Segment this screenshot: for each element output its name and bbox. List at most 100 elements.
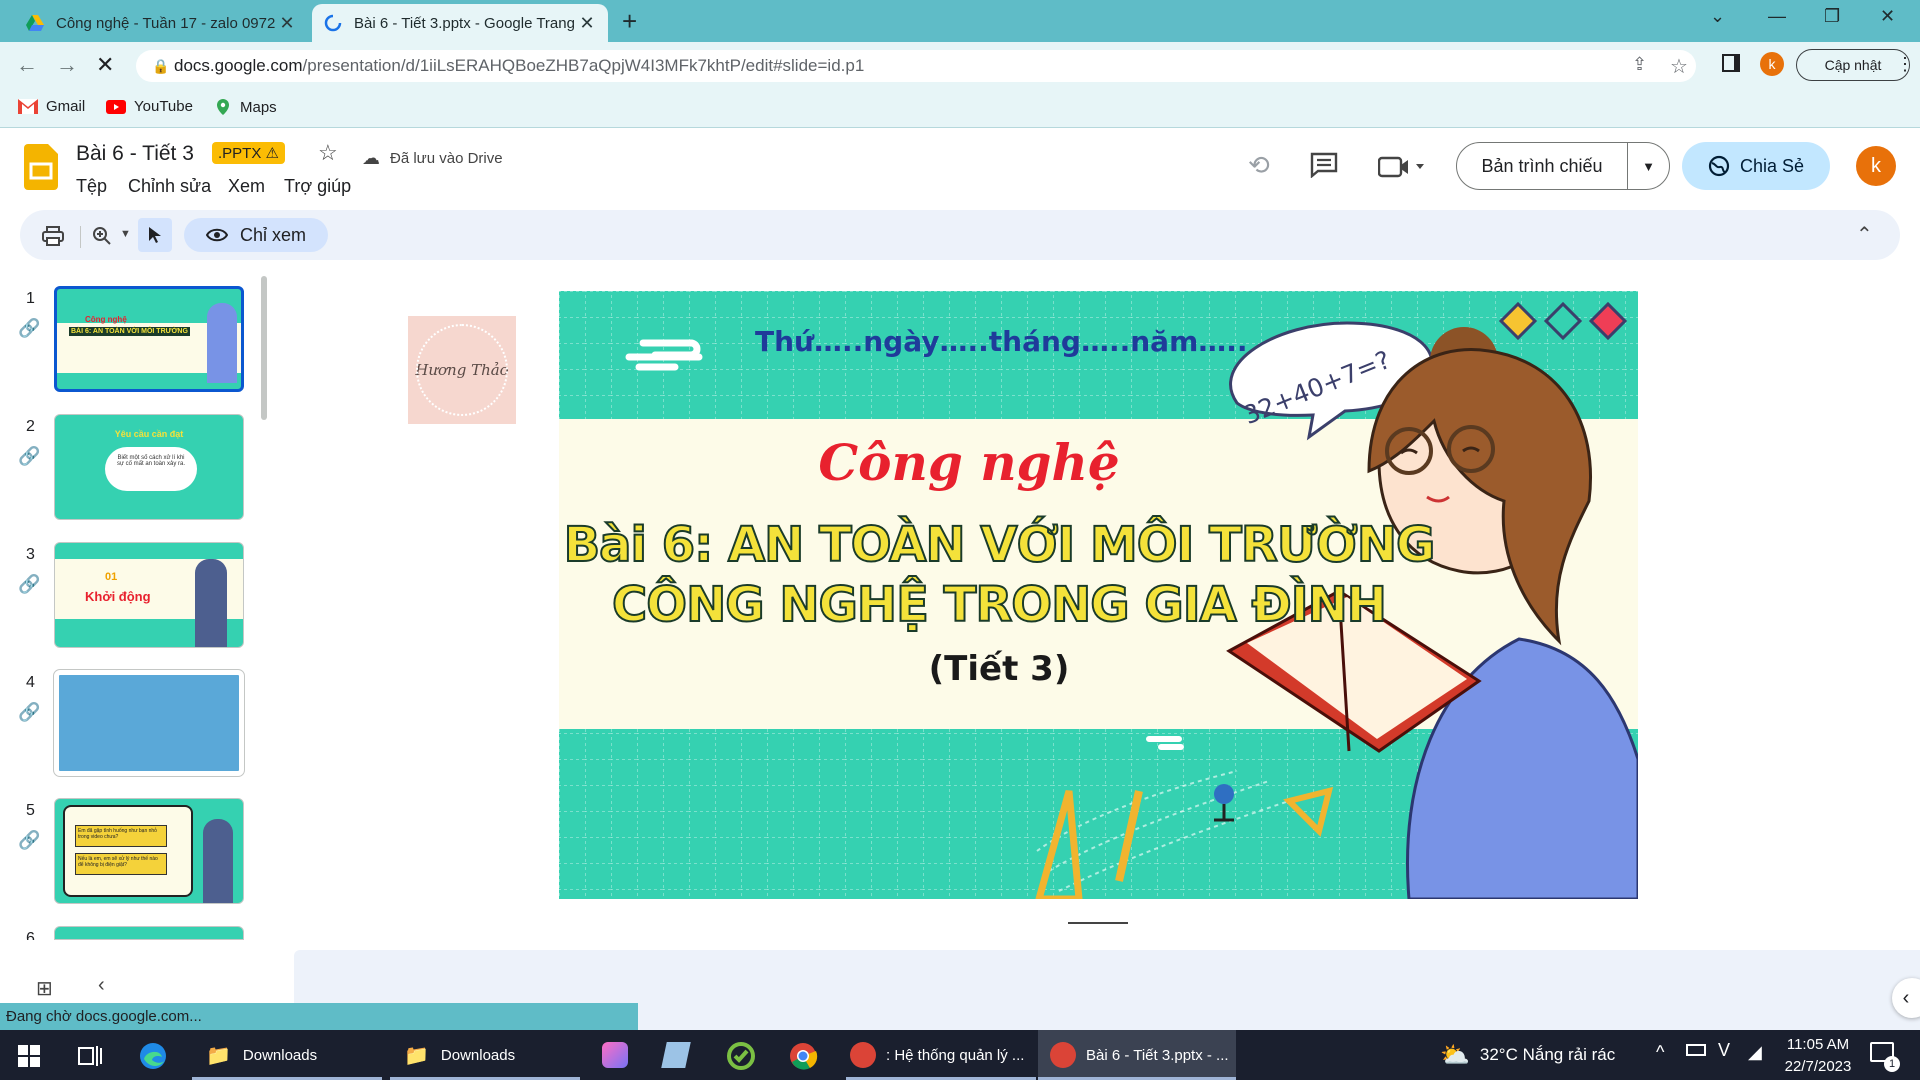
address-bar[interactable]: 🔒 docs.google.com/presentation/d/1iiLsER… bbox=[136, 50, 1696, 82]
menu-edit[interactable]: Chỉnh sửa bbox=[128, 176, 211, 197]
format-badge: .PPTX ⚠ bbox=[212, 142, 285, 164]
loading-icon bbox=[324, 14, 342, 32]
windows-start-icon[interactable] bbox=[18, 1045, 40, 1067]
notes-app-icon[interactable] bbox=[661, 1042, 691, 1068]
bookmark-maps[interactable]: Maps bbox=[214, 98, 277, 116]
star-icon[interactable]: ☆ bbox=[318, 140, 338, 166]
share-page-icon[interactable]: ⇪ bbox=[1632, 54, 1647, 75]
taskbar-label: : Hệ thống quản lý ... bbox=[886, 1046, 1025, 1064]
wifi-icon[interactable]: ◢ bbox=[1748, 1042, 1762, 1063]
history-icon[interactable]: ⟲ bbox=[1248, 150, 1270, 181]
taskbar-label: Downloads bbox=[440, 1046, 516, 1064]
link-icon: 🔗 bbox=[18, 446, 41, 466]
caret-down-icon[interactable]: ▼ bbox=[1628, 159, 1669, 174]
weather-widget[interactable]: ⛅ 32°C Nắng rải rác bbox=[1440, 1030, 1630, 1080]
slide-thumb-6[interactable] bbox=[54, 926, 244, 940]
menu-file[interactable]: Tệp bbox=[76, 176, 107, 197]
close-icon[interactable]: ✕ bbox=[578, 13, 596, 34]
task-view-icon[interactable] bbox=[78, 1045, 102, 1067]
lesson-title-line1: Bài 6: AN TOÀN VỚI MÔI TRƯỜNG bbox=[563, 516, 1437, 574]
taskbar-label: Downloads bbox=[242, 1046, 318, 1064]
slide-thumb-1[interactable]: Công nghệ BÀI 6: AN TOÀN VỚI MÔI TRƯỜNG bbox=[54, 286, 244, 392]
taskbar-chrome-window-1[interactable]: : Hệ thống quản lý ... bbox=[846, 1030, 1036, 1080]
url-path: /presentation/d/1iiLsERAHQBoeZHB7aQpjW4I… bbox=[302, 56, 865, 75]
doc-title[interactable]: Bài 6 - Tiết 3 bbox=[76, 142, 194, 166]
bookmark-label: Gmail bbox=[46, 98, 86, 115]
present-button[interactable]: Bản trình chiếu ▼ bbox=[1456, 142, 1670, 190]
watermark-stamp: Hương Thảo bbox=[408, 316, 516, 424]
collapse-toolbar-icon[interactable]: ⌃ bbox=[1856, 222, 1873, 247]
taskbar-downloads-2[interactable]: 📁 Downloads bbox=[390, 1030, 580, 1080]
chevron-down-icon[interactable]: ⌄ bbox=[1710, 6, 1725, 27]
grid-view-icon[interactable]: ⊞ bbox=[36, 976, 53, 1001]
taskbar-chrome-window-2[interactable]: Bài 6 - Tiết 3.pptx - ... bbox=[1038, 1030, 1236, 1080]
thumb-title: Yêu cầu cần đạt bbox=[114, 429, 184, 439]
filmstrip-scrollbar[interactable] bbox=[261, 276, 267, 420]
meet-icon[interactable] bbox=[1378, 156, 1426, 178]
tab-title: Bài 6 - Tiết 3.pptx - Google Trang bbox=[354, 14, 575, 32]
tab-bai-6[interactable]: Bài 6 - Tiết 3.pptx - Google Trang ✕ bbox=[312, 4, 608, 42]
comment-icon[interactable] bbox=[1310, 152, 1338, 178]
url-domain: docs.google.com bbox=[174, 56, 303, 75]
back-icon[interactable]: ← bbox=[16, 52, 38, 78]
present-label: Bản trình chiếu bbox=[1481, 155, 1603, 176]
slide-number: 2 bbox=[26, 418, 35, 435]
stop-icon[interactable]: ✕ bbox=[96, 52, 114, 78]
status-bar: Đang chờ docs.google.com... bbox=[0, 1003, 638, 1031]
edge-icon[interactable] bbox=[138, 1041, 168, 1071]
slide-thumb-2[interactable]: Yêu cầu cần đạt Biết một số cách xử lí k… bbox=[54, 414, 244, 520]
close-icon[interactable]: ✕ bbox=[278, 13, 296, 34]
slides-logo-icon[interactable] bbox=[24, 144, 58, 190]
collapse-filmstrip-icon[interactable]: ‹ bbox=[98, 974, 105, 997]
close-window-icon[interactable]: ✕ bbox=[1880, 6, 1895, 27]
gmail-icon bbox=[18, 99, 38, 114]
new-tab-icon[interactable]: + bbox=[622, 6, 637, 37]
drive-icon bbox=[26, 15, 44, 31]
side-panel-icon[interactable] bbox=[1722, 54, 1740, 72]
slide-canvas[interactable]: Thứ…..ngày…..tháng…..năm….. 32+40+7=? Cô… bbox=[559, 291, 1638, 899]
green-app-icon[interactable] bbox=[726, 1041, 756, 1071]
zoom-icon[interactable] bbox=[92, 226, 112, 246]
bookmarks-bar: Gmail YouTube Maps bbox=[0, 90, 1920, 128]
update-button[interactable]: Cập nhật bbox=[1796, 49, 1910, 81]
taskbar-downloads-1[interactable]: 📁 Downloads bbox=[192, 1030, 382, 1080]
resize-handle[interactable] bbox=[1068, 922, 1128, 924]
bookmark-youtube[interactable]: YouTube bbox=[106, 98, 193, 115]
forward-icon[interactable]: → bbox=[56, 52, 78, 78]
slide-thumb-5[interactable]: Em đã gặp tình huống như bạn nhỏ trong v… bbox=[54, 798, 244, 904]
battery-icon[interactable] bbox=[1686, 1044, 1706, 1056]
minimize-icon[interactable]: — bbox=[1768, 6, 1786, 27]
slide-thumb-3[interactable]: 01 Khởi động bbox=[54, 542, 244, 648]
profile-avatar[interactable]: k bbox=[1760, 52, 1784, 76]
chrome-icon[interactable] bbox=[788, 1041, 818, 1071]
notification-count: 1 bbox=[1884, 1056, 1900, 1072]
pen-icon[interactable]: V bbox=[1718, 1040, 1730, 1061]
share-button[interactable]: Chia Sẻ bbox=[1682, 142, 1830, 190]
toolbar-divider bbox=[80, 226, 81, 248]
photo-app-icon[interactable] bbox=[602, 1042, 628, 1068]
maximize-icon[interactable]: ❐ bbox=[1824, 6, 1840, 27]
menu-help[interactable]: Trợ giúp bbox=[284, 176, 351, 197]
folder-icon: 📁 bbox=[404, 1044, 429, 1067]
clock-time[interactable]: 11:05 AM bbox=[1778, 1036, 1858, 1053]
period-label: (Tiết 3) bbox=[928, 649, 1070, 689]
menu-view[interactable]: Xem bbox=[228, 176, 265, 197]
slide-thumb-4[interactable] bbox=[53, 669, 245, 777]
lock-icon: 🔒 bbox=[152, 57, 170, 74]
tray-chevron-icon[interactable]: ^ bbox=[1656, 1042, 1664, 1063]
bookmark-gmail[interactable]: Gmail bbox=[18, 98, 85, 115]
cloud-icon: ☁ bbox=[362, 148, 380, 168]
thumb-num: 01 bbox=[105, 571, 118, 583]
account-avatar[interactable]: k bbox=[1856, 146, 1896, 186]
clock-date[interactable]: 22/7/2023 bbox=[1778, 1058, 1858, 1075]
tab-cong-nghe[interactable]: Công nghệ - Tuần 17 - zalo 0972 ✕ bbox=[14, 4, 308, 42]
cursor-icon bbox=[149, 227, 161, 243]
star-icon[interactable]: ☆ bbox=[1670, 54, 1688, 79]
select-tool[interactable] bbox=[138, 218, 172, 252]
share-label: Chia Sẻ bbox=[1739, 155, 1805, 176]
menu-dots-icon[interactable]: ⋮ bbox=[1896, 54, 1914, 75]
youtube-icon bbox=[106, 99, 126, 114]
print-icon[interactable] bbox=[42, 226, 64, 246]
view-only-button[interactable]: Chỉ xem bbox=[184, 218, 328, 252]
zoom-caret-icon[interactable]: ▼ bbox=[120, 228, 131, 240]
